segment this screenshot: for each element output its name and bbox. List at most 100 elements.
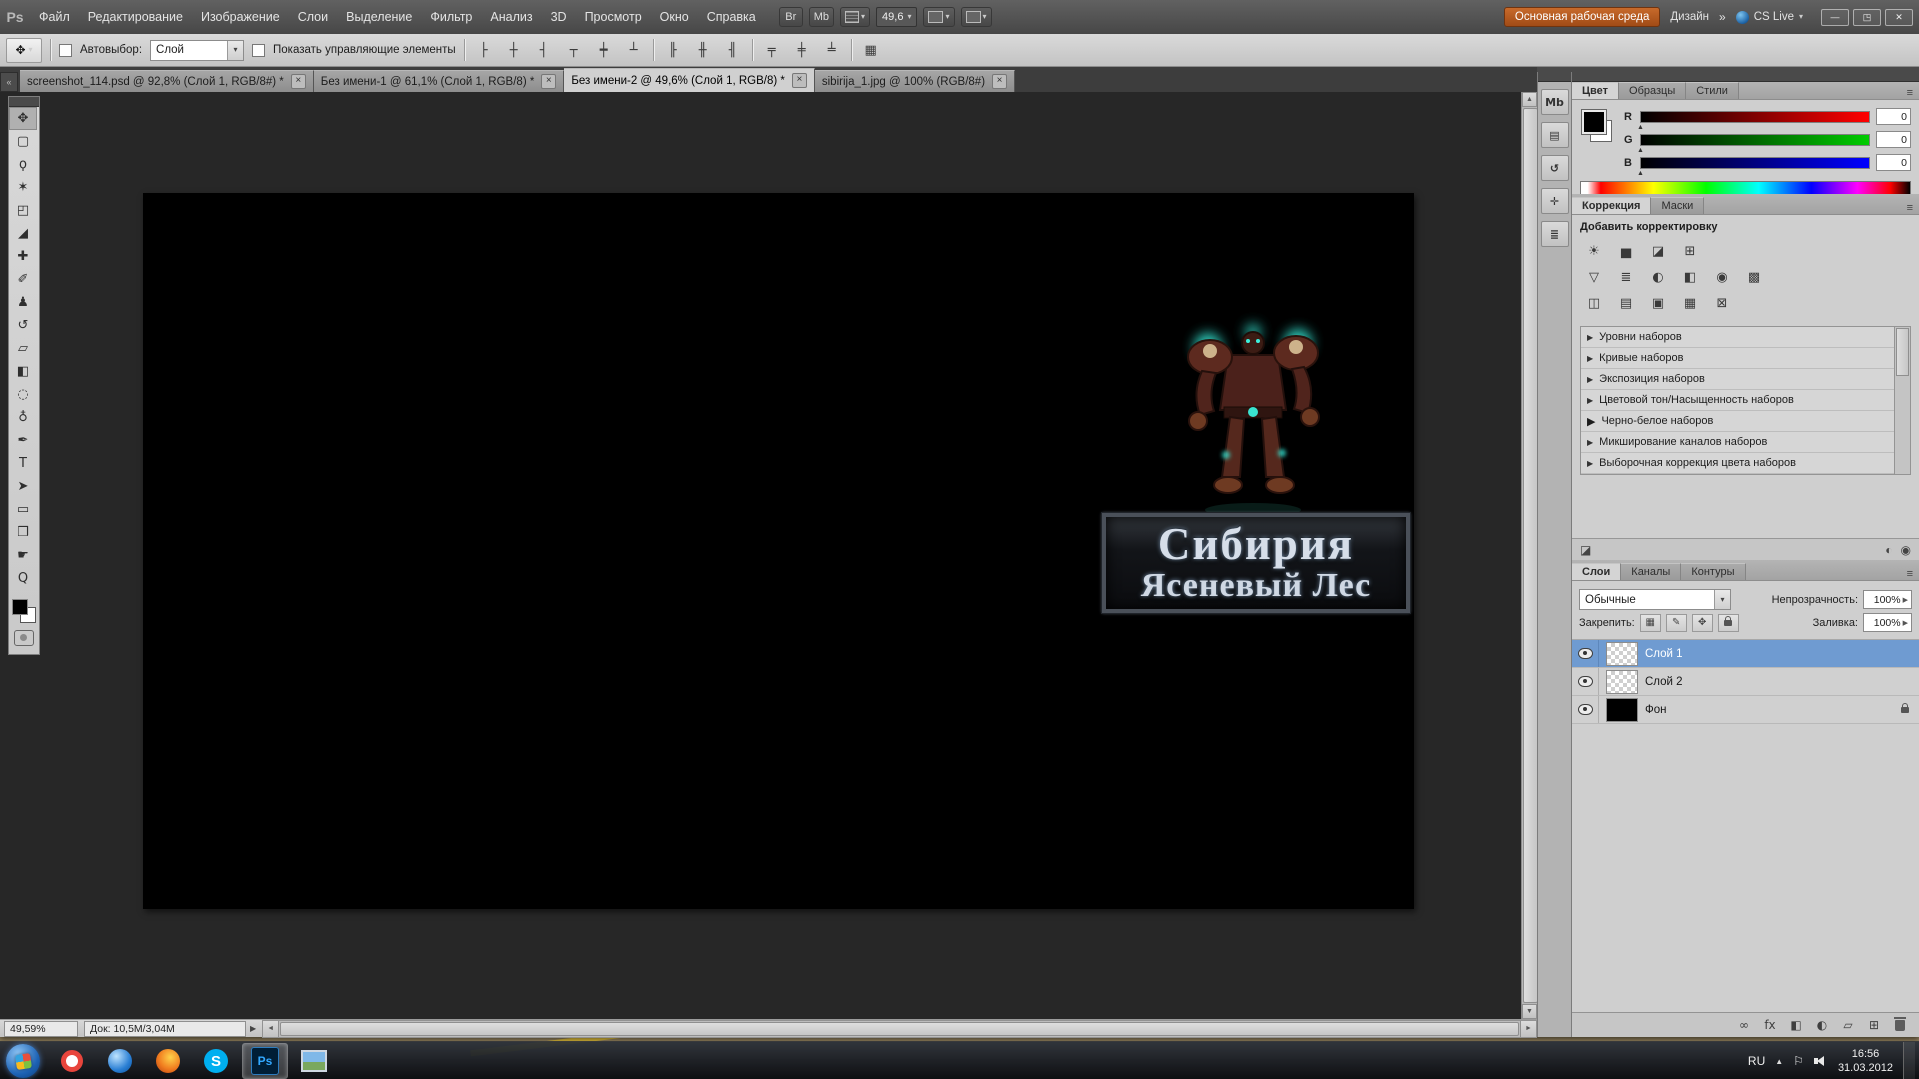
expand-triangle-icon[interactable]: ▶: [1587, 438, 1593, 447]
rectangle-tool[interactable]: ▭: [9, 498, 37, 521]
vertical-scrollbar-thumb[interactable]: [1523, 108, 1538, 1003]
launch-minibridge-button[interactable]: Mb: [808, 7, 835, 27]
slider-marker-icon[interactable]: ▲: [1637, 124, 1644, 131]
lasso-tool[interactable]: ϙ: [9, 153, 37, 176]
layer-thumbnail[interactable]: [1606, 697, 1638, 722]
distribute-bottom-button[interactable]: ╧: [821, 39, 843, 61]
color-panel-swatches[interactable]: [1580, 108, 1614, 148]
visibility-toggle[interactable]: [1572, 696, 1599, 723]
quick-mask-button[interactable]: [14, 630, 34, 646]
align-right-edges-button[interactable]: ┤: [533, 39, 555, 61]
brightness-contrast-icon[interactable]: ☀: [1580, 240, 1608, 263]
screen-mode-button[interactable]: ▾: [960, 7, 992, 27]
workspace-overflow-button[interactable]: »: [1719, 10, 1726, 24]
taskbar-firefox-button[interactable]: [146, 1044, 190, 1078]
scrubby-arrow-icon[interactable]: ▶: [1903, 596, 1908, 604]
tab-color[interactable]: Цвет: [1572, 82, 1620, 99]
history-panel-icon[interactable]: ↺: [1540, 155, 1569, 181]
distribute-top-button[interactable]: ╤: [761, 39, 783, 61]
path-selection-tool[interactable]: ➤: [9, 475, 37, 498]
clip-adjustment-icon[interactable]: ◐: [1885, 543, 1892, 557]
document-tab-active[interactable]: Без имени-2 @ 49,6% (Слой 1, RGB/8) * ×: [564, 68, 815, 92]
tab-swatches[interactable]: Образцы: [1619, 82, 1687, 99]
minimize-button[interactable]: —: [1821, 8, 1849, 26]
expand-triangle-icon[interactable]: ▶: [1587, 459, 1593, 468]
layer-row-layer1[interactable]: Слой 1: [1572, 640, 1919, 668]
pen-tool[interactable]: ✒: [9, 429, 37, 452]
align-top-edges-button[interactable]: ┬: [563, 39, 585, 61]
tab-adjustments[interactable]: Коррекция: [1572, 197, 1652, 214]
panel-menu-icon[interactable]: ≡: [1901, 202, 1919, 214]
close-button[interactable]: ✕: [1885, 8, 1913, 26]
zoom-field[interactable]: 49,59%: [4, 1020, 78, 1037]
horizontal-scrollbar-thumb[interactable]: [280, 1021, 1519, 1036]
new-group-icon[interactable]: ▱: [1837, 1018, 1859, 1032]
preset-hue-saturation[interactable]: ▶ Цветовой тон/Насыщенность наборов: [1581, 390, 1894, 411]
black-white-icon[interactable]: ◧: [1676, 266, 1704, 289]
preset-selective-color[interactable]: ▶ Выборочная коррекция цвета наборов: [1581, 453, 1894, 474]
gradient-map-icon[interactable]: ▦: [1676, 292, 1704, 315]
3d-rotate-tool[interactable]: ❒: [9, 521, 37, 544]
eyedropper-tool[interactable]: ◢: [9, 222, 37, 245]
hue-saturation-icon[interactable]: ≣: [1612, 266, 1640, 289]
dock-grip[interactable]: [1538, 72, 1571, 82]
close-icon[interactable]: ×: [992, 74, 1008, 89]
align-horizontal-centers-button[interactable]: ┼: [503, 39, 525, 61]
tab-masks[interactable]: Маски: [1651, 197, 1705, 214]
vertical-scrollbar[interactable]: ▲ ▼: [1521, 92, 1538, 1019]
scroll-down-button[interactable]: ▼: [1522, 1004, 1537, 1019]
document-tab[interactable]: sibirija_1.jpg @ 100% (RGB/8#) ×: [814, 70, 1016, 92]
show-transform-controls-checkbox[interactable]: [252, 43, 266, 57]
auto-align-layers-button[interactable]: ▦: [860, 39, 882, 61]
distribute-right-button[interactable]: ╢: [722, 39, 744, 61]
lock-position-button[interactable]: ✥: [1691, 613, 1713, 632]
menu-item-select[interactable]: Выделение: [337, 0, 421, 34]
align-vertical-centers-button[interactable]: ┿: [593, 39, 615, 61]
expand-triangle-icon[interactable]: ▶: [1587, 354, 1593, 363]
zoom-tool[interactable]: Q: [9, 567, 37, 590]
dock-grip[interactable]: [1572, 72, 1919, 82]
scroll-right-button[interactable]: ►: [1520, 1020, 1536, 1037]
workspace-design-button[interactable]: Дизайн: [1670, 11, 1709, 23]
toggle-visibility-icon[interactable]: ◉: [1901, 543, 1911, 557]
lock-image-pixels-button[interactable]: ✎: [1665, 613, 1687, 632]
crop-tool[interactable]: ◰: [9, 199, 37, 222]
channel-mixer-icon[interactable]: ▩: [1740, 266, 1768, 289]
layer-name[interactable]: Слой 1: [1645, 648, 1683, 660]
menu-item-filter[interactable]: Фильтр: [421, 0, 481, 34]
distribute-left-button[interactable]: ╟: [662, 39, 684, 61]
actions-panel-icon[interactable]: ✛: [1540, 188, 1569, 214]
expand-triangle-icon[interactable]: ▶: [1587, 375, 1593, 384]
spot-healing-brush-tool[interactable]: ✚: [9, 245, 37, 268]
fill-field[interactable]: 100% ▶: [1863, 613, 1912, 632]
foreground-color-swatch[interactable]: [1581, 109, 1607, 135]
horizontal-scrollbar[interactable]: ◄ ►: [262, 1019, 1537, 1038]
type-tool[interactable]: T: [9, 452, 37, 475]
action-center-icon[interactable]: ⚐: [1793, 1054, 1804, 1068]
red-value-field[interactable]: 0: [1876, 108, 1911, 125]
autoselect-target-dropdown[interactable]: Слой ▾: [150, 39, 245, 61]
panel-menu-icon[interactable]: ≡: [1901, 568, 1919, 580]
distribute-horizontal-button[interactable]: ╫: [692, 39, 714, 61]
layer-name[interactable]: Фон: [1645, 704, 1667, 716]
minibridge-panel-icon[interactable]: Mb: [1540, 89, 1569, 115]
dropdown-button[interactable]: ▾: [227, 40, 244, 60]
menu-item-file[interactable]: Файл: [30, 0, 79, 34]
layer-style-icon[interactable]: fx: [1759, 1018, 1781, 1032]
green-slider[interactable]: ▲: [1637, 133, 1870, 154]
layer-row-layer2[interactable]: Слой 2: [1572, 668, 1919, 696]
presets-scrollbar-thumb[interactable]: [1896, 328, 1909, 376]
clock[interactable]: 16:56 31.03.2012: [1838, 1047, 1893, 1076]
menu-item-window[interactable]: Окно: [651, 0, 698, 34]
add-layer-mask-icon[interactable]: ◧: [1785, 1018, 1807, 1032]
tab-channels[interactable]: Каналы: [1621, 563, 1682, 580]
distribute-vertical-button[interactable]: ╪: [791, 39, 813, 61]
menu-item-edit[interactable]: Редактирование: [79, 0, 192, 34]
scrubby-arrow-icon[interactable]: ▶: [1903, 619, 1908, 627]
properties-panel-icon[interactable]: ≣: [1540, 221, 1569, 247]
dock-collapse-button[interactable]: «: [0, 72, 18, 92]
quick-selection-tool[interactable]: ✶: [9, 176, 37, 199]
menu-item-view[interactable]: Просмотр: [576, 0, 651, 34]
menu-item-3d[interactable]: 3D: [542, 0, 576, 34]
foreground-background-swatches[interactable]: [11, 598, 37, 624]
